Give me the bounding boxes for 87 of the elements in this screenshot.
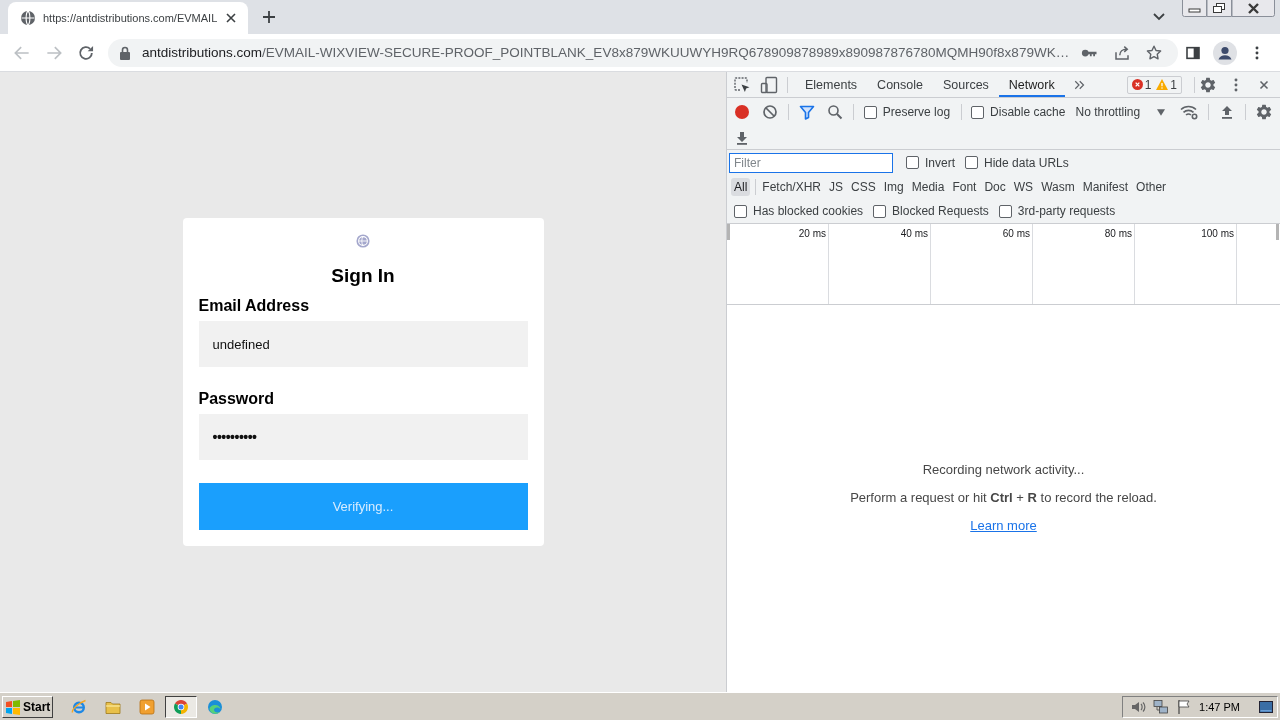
- timeline-tick-label: 80 ms: [1104, 228, 1132, 239]
- restore-icon[interactable]: [1207, 0, 1232, 17]
- checkbox[interactable]: [998, 204, 1012, 218]
- range-handle[interactable]: [727, 224, 730, 240]
- checkbox-label: Hide data URLs: [984, 155, 1069, 170]
- throttling-select[interactable]: No throttling: [1075, 105, 1166, 119]
- lock-icon[interactable]: [119, 45, 131, 60]
- timeline-tick-label: 60 ms: [1002, 228, 1030, 239]
- type-filter[interactable]: Other: [1132, 178, 1171, 196]
- checkbox[interactable]: [971, 105, 985, 119]
- checkbox-label: Has blocked cookies: [753, 204, 864, 218]
- desktop-icon[interactable]: [1259, 700, 1273, 713]
- timeline-tick-label: 20 ms: [798, 228, 826, 239]
- network-computers-icon[interactable]: [1153, 698, 1169, 715]
- checkbox[interactable]: [906, 156, 919, 169]
- timeline-tick-label: 100 ms: [1201, 228, 1234, 239]
- checkbox-label: Blocked Requests: [892, 204, 989, 218]
- type-filter[interactable]: WS: [1009, 178, 1038, 196]
- globe-icon: [20, 10, 36, 26]
- checkbox-label: Preserve log: [882, 105, 951, 119]
- range-handle[interactable]: [1276, 224, 1279, 240]
- checkbox[interactable]: [734, 204, 747, 218]
- type-filter[interactable]: Fetch/XHR: [758, 178, 826, 196]
- empty-state-title: Recording network activity...: [922, 462, 1085, 478]
- type-filter[interactable]: JS: [825, 178, 848, 196]
- plus-icon[interactable]: [261, 9, 277, 25]
- record-icon[interactable]: [734, 104, 750, 120]
- inspect-icon[interactable]: [733, 75, 751, 94]
- segmented-circle-icon[interactable]: [173, 698, 189, 715]
- panel-tab[interactable]: Console: [867, 72, 933, 97]
- type-filter[interactable]: All: [731, 178, 751, 196]
- timeline-tick-label: 40 ms: [900, 228, 928, 239]
- flag-icon[interactable]: [1176, 698, 1192, 715]
- checkbox-label: Disable cache: [990, 105, 1066, 119]
- field-label: Password: [198, 389, 275, 409]
- settings-icon[interactable]: [1200, 76, 1216, 93]
- type-filter[interactable]: Media: [907, 178, 949, 196]
- warning-icon: [1156, 79, 1169, 90]
- wifi-gear-icon[interactable]: [1180, 104, 1198, 120]
- close-icon[interactable]: [1232, 0, 1275, 17]
- error-count: 1: [1144, 77, 1152, 92]
- input-field[interactable]: undefined: [198, 321, 528, 367]
- search-icon[interactable]: [826, 104, 843, 120]
- input-field[interactable]: ••••••••••: [198, 414, 528, 460]
- browser-tab[interactable]: https://antdistributions.com/EVMAIL: [8, 2, 248, 34]
- type-filter[interactable]: Img: [879, 178, 908, 196]
- settings-icon[interactable]: [1256, 104, 1272, 120]
- checkbox-label: 3rd-party requests: [1017, 204, 1116, 218]
- type-filter[interactable]: Font: [948, 178, 981, 196]
- checkbox[interactable]: [863, 105, 877, 119]
- share-icon[interactable]: [1113, 43, 1131, 62]
- checkbox[interactable]: [965, 156, 978, 169]
- four-square-flag-icon: [5, 698, 21, 715]
- issues-badge[interactable]: 1 1: [1126, 75, 1182, 94]
- download-icon[interactable]: [734, 129, 750, 146]
- type-filter[interactable]: Manifest: [1078, 178, 1133, 196]
- start-button[interactable]: Start: [2, 695, 53, 718]
- type-filter[interactable]: CSS: [847, 178, 880, 196]
- panel-tab[interactable]: Elements: [795, 72, 868, 97]
- clear-icon[interactable]: [761, 104, 778, 120]
- play-tile-icon[interactable]: [139, 698, 155, 715]
- error-icon: [1131, 79, 1143, 90]
- warning-count: 1: [1170, 77, 1177, 92]
- field-label: Email Address: [198, 296, 310, 316]
- sign-in-title: Sign In: [331, 264, 395, 287]
- panel-tab[interactable]: Sources: [933, 72, 999, 97]
- address-bar[interactable]: antdistributions.com/EVMAIL-WIXVIEW-SECURE-PROOF_POINTBLANK_EV8x879WKUUWYH9RQ678909878989x890987876780MQMH90f8x879WK…: [108, 38, 1178, 67]
- avatar-icon[interactable]: [1213, 40, 1237, 65]
- upload-icon[interactable]: [1219, 104, 1235, 120]
- url-text: antdistributions.com/EVMAIL-WIXVIEW-SECURE-PROOF_POINTBLANK_EV8x879WKUUWYH9RQ678909878989x890987876780MQMH90f8x879WK…: [142, 45, 1070, 60]
- checkbox[interactable]: [873, 204, 887, 218]
- star-icon[interactable]: [1145, 43, 1163, 62]
- learn-more-link[interactable]: Learn more: [970, 518, 1037, 534]
- device-icon[interactable]: [760, 75, 778, 94]
- filter-funnel-icon[interactable]: [798, 104, 815, 120]
- tab-title: https://antdistributions.com/EVMAIL: [43, 12, 218, 24]
- empty-state-hint: Perform a request or hit Ctrl + R to record the reload.: [850, 490, 1157, 506]
- type-filter[interactable]: Doc: [980, 178, 1010, 196]
- type-filter[interactable]: Wasm: [1037, 178, 1079, 196]
- side-panel-icon[interactable]: [1185, 44, 1201, 61]
- clock: 1:47 PM: [1199, 700, 1240, 713]
- double-chevron-icon[interactable]: [1072, 78, 1085, 91]
- taskbar-button[interactable]: [165, 695, 197, 718]
- checkbox-label: Invert: [925, 155, 955, 170]
- globe-icon: [356, 234, 370, 248]
- filter-field[interactable]: Filter: [729, 152, 893, 173]
- caret-down-icon: [1157, 108, 1166, 116]
